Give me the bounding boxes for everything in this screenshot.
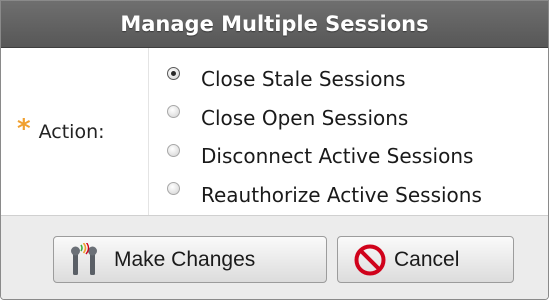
option-disconnect-active-sessions[interactable]: Disconnect Active Sessions bbox=[167, 137, 482, 176]
manage-sessions-dialog: Manage Multiple Sessions * Action: Close… bbox=[0, 0, 549, 300]
radio-reauthorize-active-sessions[interactable] bbox=[167, 182, 180, 196]
make-changes-label: Make Changes bbox=[114, 247, 256, 271]
option-label[interactable]: Close Stale Sessions bbox=[201, 67, 406, 91]
antenna-signal-icon bbox=[64, 242, 108, 277]
cancel-label: Cancel bbox=[394, 247, 460, 271]
option-close-stale-sessions[interactable]: Close Stale Sessions bbox=[167, 60, 482, 99]
column-divider bbox=[148, 48, 149, 216]
button-bar: Make Changes Cancel bbox=[1, 215, 548, 299]
make-changes-button[interactable]: Make Changes bbox=[53, 236, 327, 283]
option-reauthorize-active-sessions[interactable]: Reauthorize Active Sessions bbox=[167, 176, 482, 215]
action-label-cell: * Action: bbox=[17, 114, 147, 150]
option-label[interactable]: Close Open Sessions bbox=[201, 106, 408, 130]
dialog-titlebar: Manage Multiple Sessions bbox=[1, 1, 548, 48]
action-form-row: * Action: Close Stale Sessions Close Ope… bbox=[1, 48, 548, 216]
prohibited-icon bbox=[352, 242, 388, 278]
radio-close-open-sessions[interactable] bbox=[167, 105, 180, 119]
action-label: Action: bbox=[38, 121, 105, 143]
option-label[interactable]: Disconnect Active Sessions bbox=[201, 144, 473, 168]
option-label[interactable]: Reauthorize Active Sessions bbox=[201, 183, 482, 207]
action-radio-group: Close Stale Sessions Close Open Sessions… bbox=[167, 60, 482, 214]
dialog-title: Manage Multiple Sessions bbox=[120, 12, 429, 36]
radio-close-stale-sessions[interactable] bbox=[167, 66, 180, 80]
cancel-button[interactable]: Cancel bbox=[337, 236, 514, 283]
radio-disconnect-active-sessions[interactable] bbox=[167, 143, 180, 157]
option-close-open-sessions[interactable]: Close Open Sessions bbox=[167, 99, 482, 138]
required-asterisk: * bbox=[17, 114, 31, 144]
